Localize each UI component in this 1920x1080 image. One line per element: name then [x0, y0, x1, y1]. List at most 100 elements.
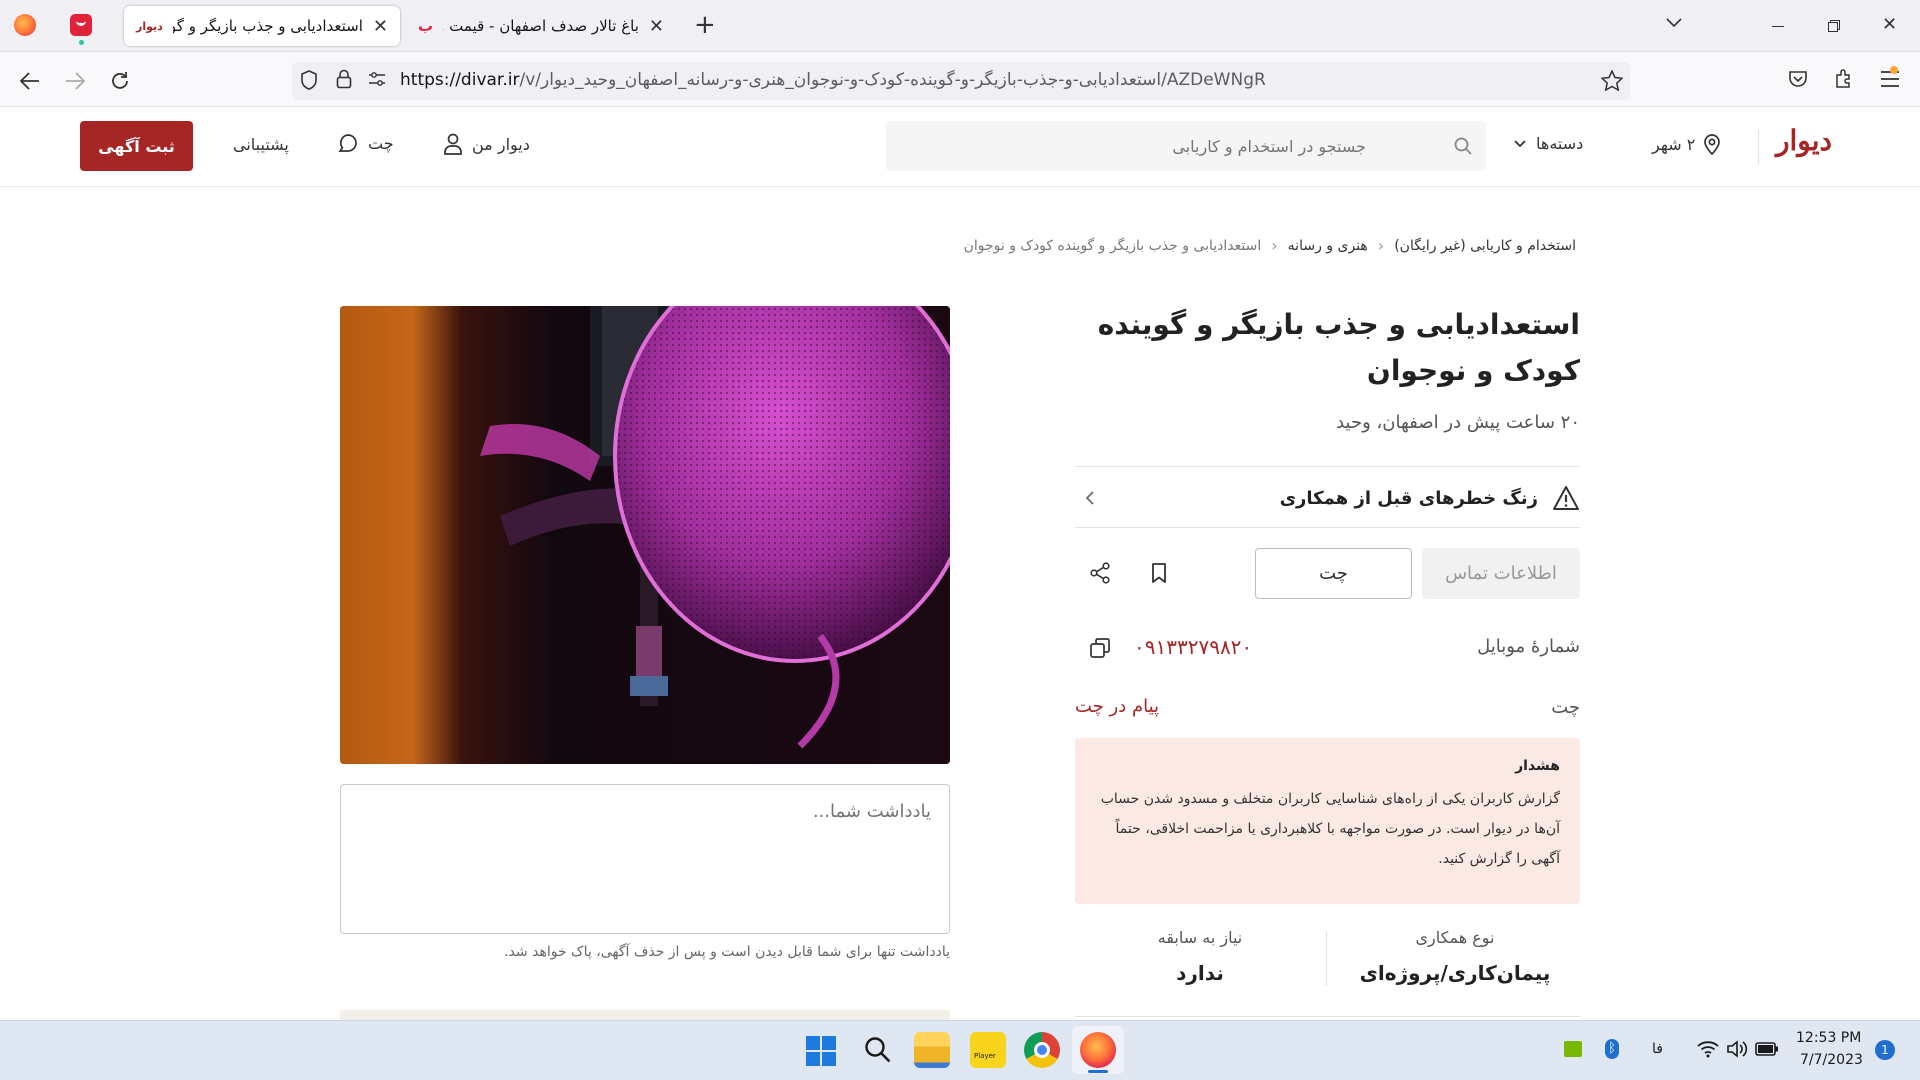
location-pin-icon	[1704, 134, 1721, 155]
chat-button[interactable]: چت	[1255, 548, 1412, 599]
lock-icon[interactable]	[336, 69, 352, 89]
categories-label: دسته‌ها	[1536, 134, 1584, 153]
back-arrow-icon[interactable]	[20, 72, 40, 90]
nvidia-icon[interactable]	[1564, 1041, 1582, 1057]
chevron-left-icon	[1085, 491, 1094, 505]
forward-arrow-icon[interactable]	[65, 72, 85, 90]
my-divar-link[interactable]: دیوار من	[444, 133, 530, 155]
pocket-icon[interactable]	[1788, 70, 1808, 89]
volume-icon[interactable]	[1726, 1040, 1748, 1058]
tab-sadaf-garden[interactable]: ✕ باغ تالار صدف اصفهان - قیمت و ب	[406, 6, 676, 46]
kmplayer-icon[interactable]: Player	[970, 1032, 1006, 1068]
note-textarea[interactable]	[341, 785, 949, 933]
search-box[interactable]	[886, 121, 1486, 171]
menu-update-badge	[1890, 66, 1898, 74]
chat-bubble-icon	[338, 134, 357, 152]
firefox-view-icon[interactable]	[14, 14, 36, 36]
file-explorer-icon[interactable]	[914, 1032, 950, 1068]
divar-favicon: دیوار	[136, 19, 163, 33]
notification-badge[interactable]: 1	[1875, 1040, 1895, 1060]
warning-text: گزارش کاربران یکی از راه‌های شناسایی کار…	[1100, 791, 1560, 867]
tab-list-chevron-icon[interactable]	[1666, 18, 1682, 28]
tab-title: باغ تالار صدف اصفهان - قیمت و	[443, 17, 639, 35]
post-ad-button[interactable]: ثبت آگهی	[80, 121, 193, 171]
clock-time[interactable]: 12:53 PM	[1796, 1030, 1861, 1046]
breadcrumb: استخدام و کاریابی (غیر رایگان) ‹ هنری و …	[964, 236, 1576, 255]
windows-taskbar	[0, 1020, 1920, 1080]
my-divar-label: دیوار من	[472, 134, 530, 154]
firefox-icon[interactable]	[1080, 1032, 1116, 1068]
bookmark-star-icon[interactable]	[1601, 70, 1623, 91]
ad-photo-microphone[interactable]	[340, 306, 950, 764]
tab-favicon: ب	[418, 17, 434, 35]
stat-divider	[1326, 932, 1327, 986]
note-box[interactable]	[340, 784, 950, 934]
search-icon	[1454, 137, 1472, 155]
city-label: ۲ شهر	[1652, 134, 1696, 154]
minimize-icon[interactable]	[1772, 26, 1784, 27]
stat-value: پیمان‌کاری/پروژه‌ای	[1359, 961, 1551, 985]
restore-icon[interactable]	[1828, 20, 1840, 32]
breadcrumb-item[interactable]: هنری و رسانه	[1288, 238, 1368, 254]
copy-icon[interactable]	[1089, 637, 1111, 659]
warning-triangle-icon	[1553, 486, 1579, 510]
menu-icon[interactable]	[1880, 70, 1900, 88]
bookmark-icon[interactable]	[1151, 563, 1167, 583]
battery-icon[interactable]	[1755, 1042, 1779, 1056]
share-icon[interactable]	[1089, 562, 1111, 584]
alert-text: زنگ خطرهای قبل از همکاری	[1279, 487, 1538, 509]
categories-menu[interactable]: دسته‌ها	[1514, 134, 1583, 153]
scam-alert-row[interactable]: زنگ خطرهای قبل از همکاری	[1075, 470, 1580, 526]
chat-link[interactable]: چت	[338, 133, 394, 153]
reload-icon[interactable]	[110, 71, 130, 91]
pinned-tab-dot	[79, 40, 84, 45]
new-tab-button[interactable]: +	[694, 10, 716, 40]
stat-collab-type: نوع همکاری پیمان‌کاری/پروژه‌ای	[1330, 928, 1580, 985]
tab-divar-ad[interactable]: ✕ استعدادیابی و جذب بازیگر و گو دیوار	[124, 6, 400, 46]
divider	[1075, 527, 1580, 528]
mobile-number[interactable]: ۰۹۱۳۳۲۷۹۸۲۰	[1134, 635, 1252, 659]
breadcrumb-item[interactable]: استخدام و کاریابی (غیر رایگان)	[1394, 238, 1576, 254]
input-language[interactable]: فا	[1652, 1041, 1663, 1057]
permissions-icon[interactable]	[368, 72, 386, 86]
chevron-down-icon	[1514, 139, 1526, 147]
clock-date[interactable]: 7/7/2023	[1800, 1052, 1863, 1068]
chat-row-label: چت	[1551, 697, 1580, 718]
ad-title: استعدادیابی و جذب بازیگر و گوینده کودک و…	[1097, 308, 1580, 387]
user-icon	[444, 133, 462, 155]
tracking-shield-icon[interactable]	[300, 70, 318, 90]
city-selector[interactable]: ۲ شهر	[1652, 133, 1721, 155]
stat-experience: نیاز به سابقه ندارد	[1075, 928, 1325, 985]
close-tab-icon[interactable]: ✕	[373, 16, 388, 37]
chrome-icon[interactable]	[1024, 1032, 1060, 1068]
tab-title: استعدادیابی و جذب بازیگر و گو	[172, 17, 363, 35]
contact-info-button[interactable]: اطلاعات تماس	[1422, 548, 1580, 599]
pinned-tab-divar[interactable]	[70, 14, 92, 36]
chevron-left-icon: ‹	[1377, 236, 1385, 255]
stat-value: ندارد	[1176, 961, 1224, 985]
microphone-photo	[340, 306, 950, 764]
chevron-left-icon: ‹	[1271, 236, 1278, 255]
url-text[interactable]: https://divar.ir/v/استعدادیابی-و-جذب-باز…	[400, 70, 1300, 90]
close-window-icon[interactable]: ✕	[1882, 14, 1897, 35]
stat-label: نوع همکاری	[1415, 928, 1495, 947]
wifi-icon[interactable]	[1697, 1040, 1719, 1058]
divar-logo[interactable]: دیوار	[1776, 124, 1832, 157]
windows-start-icon[interactable]	[806, 1036, 836, 1066]
breadcrumb-item[interactable]: استعدادیابی و جذب بازیگر و گوینده کودک و…	[964, 238, 1262, 254]
bluetooth-icon[interactable]: ᛒ	[1605, 1039, 1619, 1059]
player-label: Player	[974, 1052, 996, 1060]
stat-label: نیاز به سابقه	[1157, 928, 1243, 947]
search-input[interactable]	[946, 131, 1366, 161]
extensions-icon[interactable]	[1834, 69, 1854, 89]
taskbar-search-icon[interactable]	[864, 1036, 892, 1064]
warning-title: هشدار	[1515, 758, 1560, 774]
close-tab-icon[interactable]: ✕	[649, 16, 664, 37]
divider	[1075, 1016, 1580, 1017]
active-app-indicator	[1088, 1070, 1108, 1073]
support-link[interactable]: پشتیبانی	[233, 135, 289, 154]
chat-label: چت	[368, 133, 394, 153]
chat-message-link[interactable]: پیام در چت	[1075, 696, 1159, 717]
ad-subtitle: ۲۰ ساعت پیش در اصفهان، وحید	[1336, 412, 1580, 433]
warning-box: هشدار گزارش کاربران یکی از راه‌های شناسا…	[1075, 738, 1580, 904]
